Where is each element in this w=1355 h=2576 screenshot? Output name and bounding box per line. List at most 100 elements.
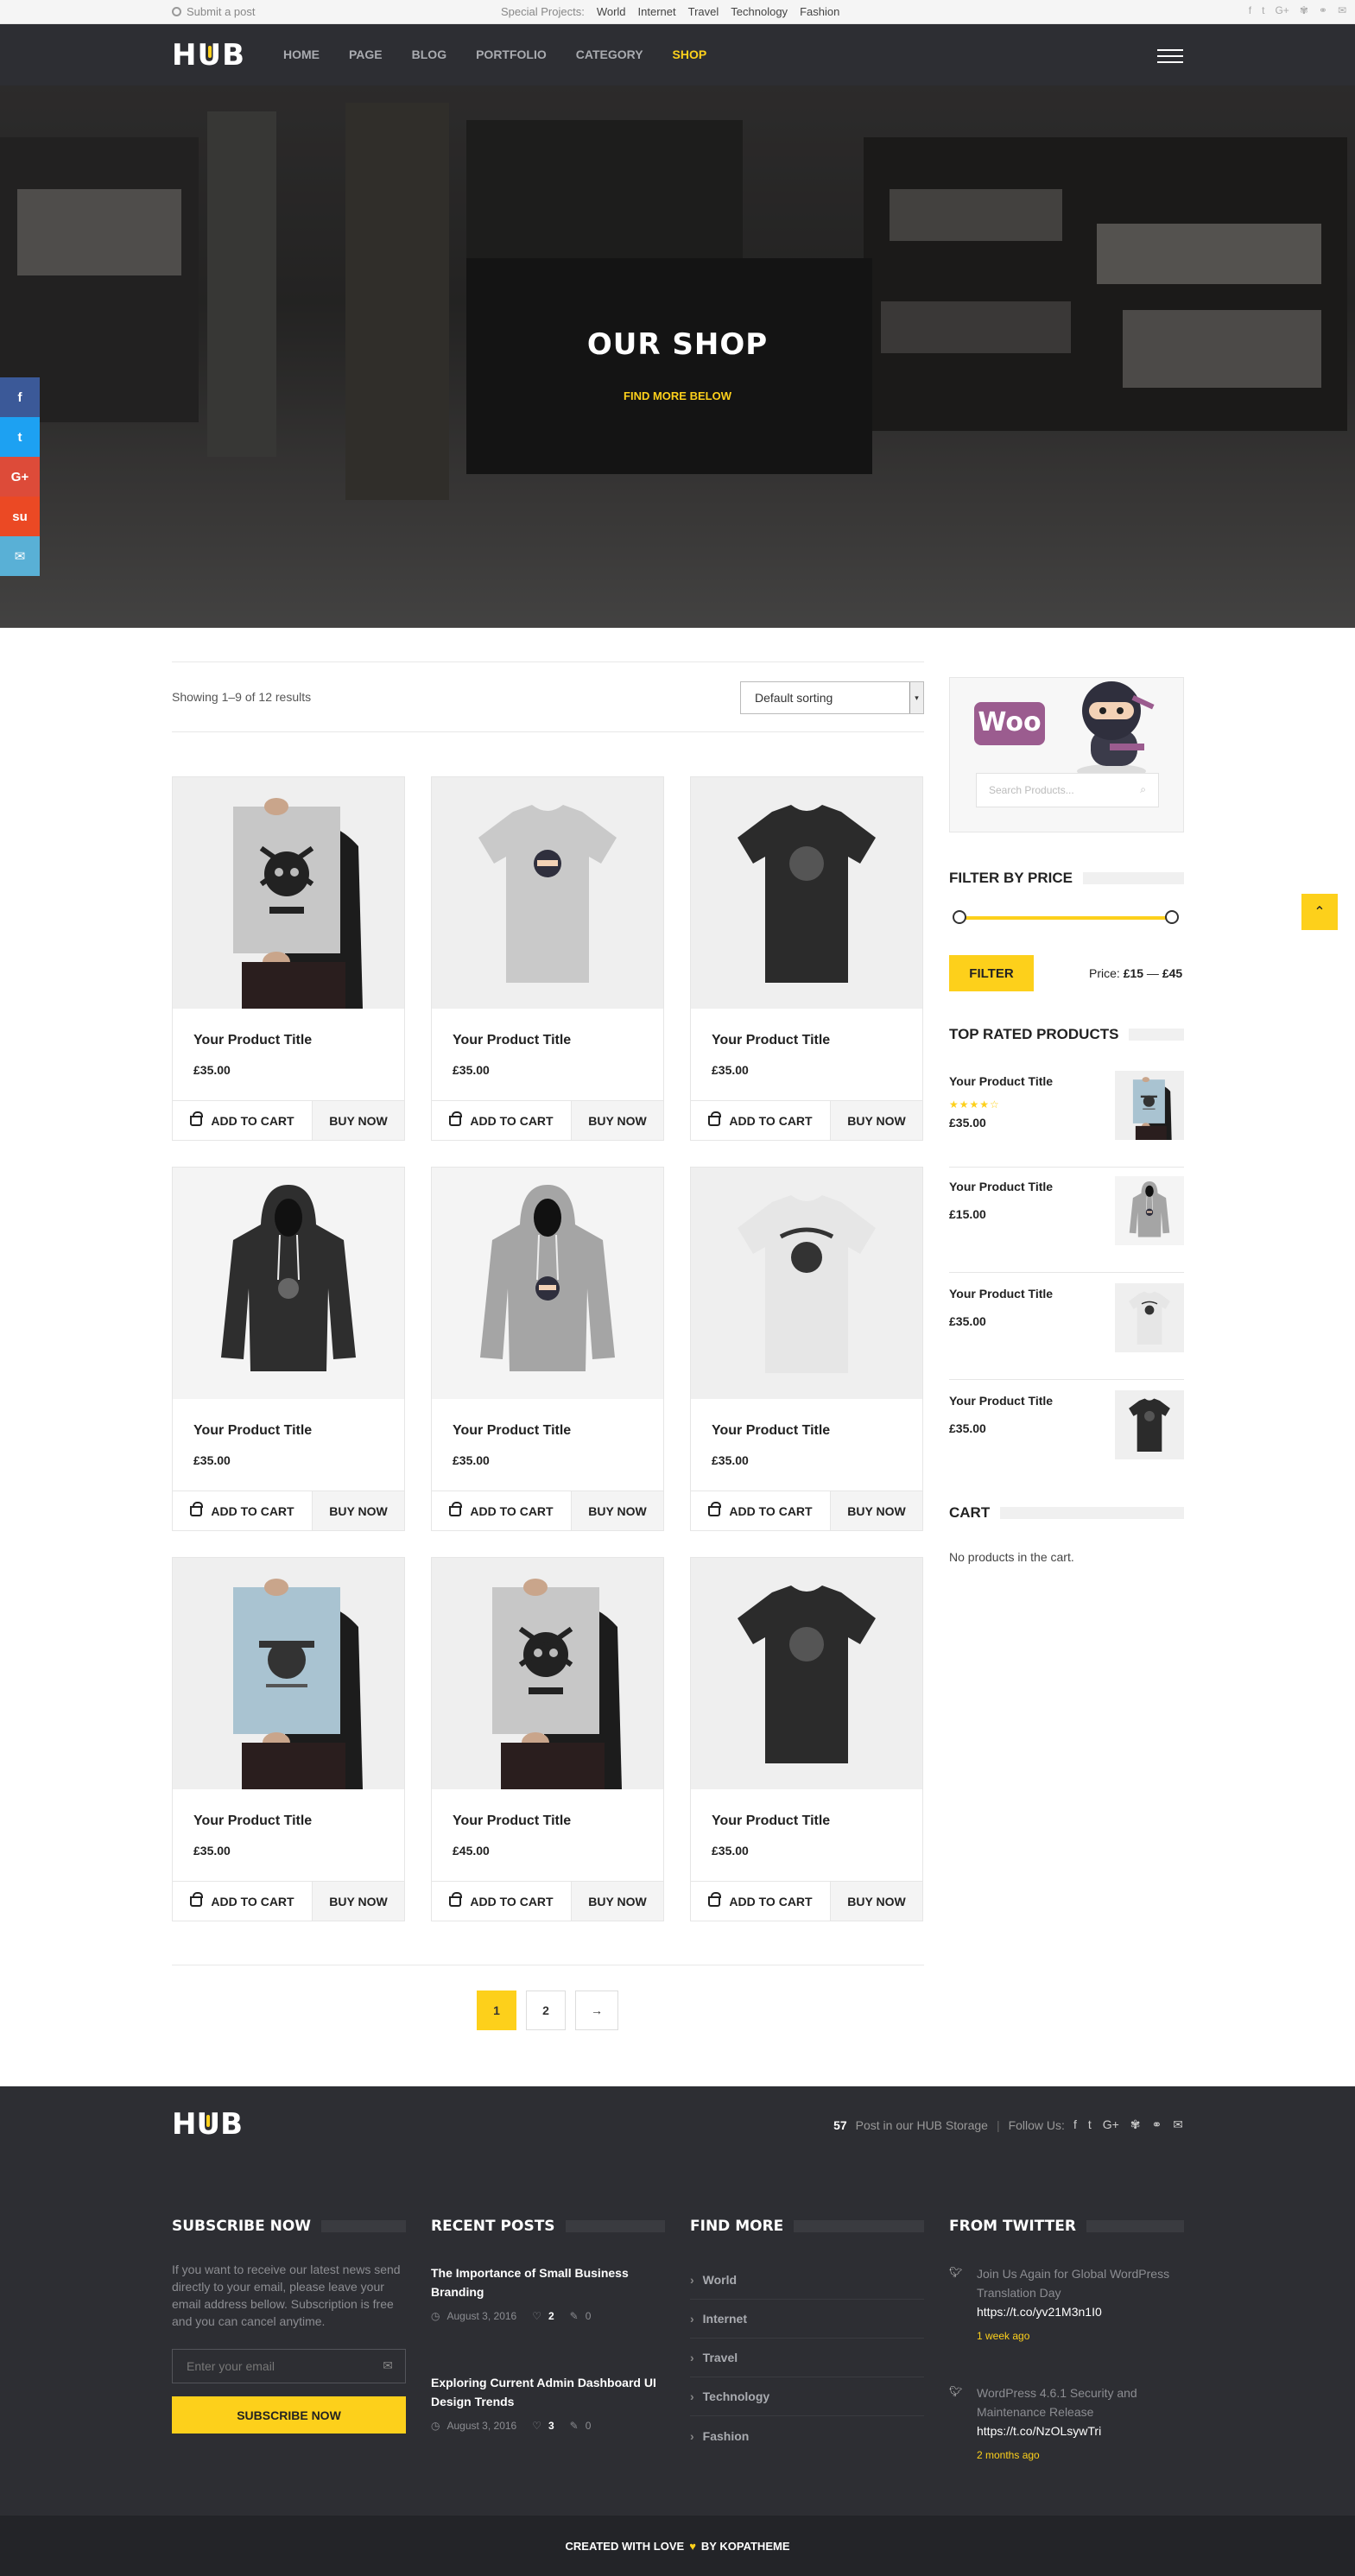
page-2-button[interactable]: 2 — [526, 1991, 566, 2030]
product-title[interactable]: Your Product Title — [193, 1033, 312, 1048]
add-to-cart-button[interactable]: ADD TO CART — [173, 1100, 313, 1140]
email-icon[interactable]: ✉ — [1338, 4, 1346, 16]
product-image[interactable] — [173, 777, 404, 1009]
facebook-icon[interactable]: f — [0, 377, 40, 417]
slider-min-handle[interactable] — [953, 910, 966, 924]
email-icon[interactable]: ✉ — [0, 536, 40, 576]
find-more-item[interactable]: › World — [690, 2261, 924, 2300]
product-image[interactable] — [173, 1558, 404, 1789]
back-to-top-button[interactable]: ⌃ — [1301, 894, 1338, 930]
tweet-link[interactable]: https://t.co/yv21M3n1I0 — [977, 2305, 1102, 2319]
product-title[interactable]: Your Product Title — [453, 1813, 571, 1829]
recent-post-title[interactable]: The Importance of Small Business Brandin… — [431, 2263, 665, 2301]
google-plus-icon[interactable]: G+ — [0, 457, 40, 497]
product-image[interactable] — [173, 1168, 404, 1399]
add-to-cart-button[interactable]: ADD TO CART — [173, 1491, 313, 1530]
product-title[interactable]: Your Product Title — [193, 1813, 312, 1829]
buy-now-button[interactable]: BUY NOW — [831, 1100, 922, 1140]
filter-button[interactable]: FILTER — [949, 955, 1034, 991]
post-likes[interactable]: ♡ 3 — [532, 2420, 554, 2432]
next-page-button[interactable]: → — [575, 1991, 618, 2030]
slider-max-handle[interactable] — [1165, 910, 1179, 924]
add-to-cart-button[interactable]: ADD TO CART — [691, 1100, 831, 1140]
hero-subtitle[interactable]: FIND MORE BELOW — [0, 389, 1355, 402]
product-image[interactable] — [432, 1558, 663, 1789]
top-rated-thumbnail[interactable] — [1115, 1071, 1184, 1140]
find-more-item[interactable]: › Fashion — [690, 2416, 924, 2455]
find-more-item[interactable]: › Technology — [690, 2377, 924, 2416]
add-to-cart-button[interactable]: ADD TO CART — [691, 1881, 831, 1921]
menu-item-portfolio[interactable]: PORTFOLIO — [476, 47, 547, 61]
post-likes[interactable]: ♡ 2 — [532, 2310, 554, 2322]
top-rated-thumbnail[interactable] — [1115, 1283, 1184, 1352]
submit-post-link[interactable]: Submit a post — [172, 5, 256, 18]
link-icon[interactable]: ⚭ — [1152, 2117, 1162, 2132]
product-image[interactable] — [691, 1168, 922, 1399]
top-rated-thumbnail[interactable] — [1115, 1390, 1184, 1459]
special-link-world[interactable]: World — [597, 5, 626, 18]
product-image[interactable] — [432, 777, 663, 1009]
menu-item-page[interactable]: PAGE — [349, 47, 383, 61]
twitter-icon[interactable]: t — [0, 417, 40, 457]
page-1-button[interactable]: 1 — [477, 1991, 516, 2030]
add-to-cart-button[interactable]: ADD TO CART — [432, 1881, 572, 1921]
twitter-icon[interactable]: t — [1088, 2117, 1092, 2132]
menu-item-blog[interactable]: BLOG — [412, 47, 446, 61]
product-title[interactable]: Your Product Title — [193, 1423, 312, 1439]
add-to-cart-button[interactable]: ADD TO CART — [432, 1100, 572, 1140]
special-link-technology[interactable]: Technology — [731, 5, 788, 18]
menu-item-shop[interactable]: SHOP — [673, 47, 707, 61]
dribbble-icon[interactable]: ✾ — [1300, 4, 1308, 16]
post-comments[interactable]: ✎ 0 — [570, 2420, 592, 2432]
buy-now-button[interactable]: BUY NOW — [572, 1881, 663, 1921]
product-title[interactable]: Your Product Title — [453, 1423, 571, 1439]
link-icon[interactable]: ⚭ — [1319, 4, 1327, 16]
find-more-item[interactable]: › Internet — [690, 2300, 924, 2339]
buy-now-button[interactable]: BUY NOW — [313, 1100, 404, 1140]
google-plus-icon[interactable]: G+ — [1103, 2117, 1119, 2132]
special-link-travel[interactable]: Travel — [688, 5, 719, 18]
product-title[interactable]: Your Product Title — [712, 1423, 830, 1439]
site-logo[interactable]: HUB — [172, 41, 245, 70]
product-image[interactable] — [432, 1168, 663, 1399]
special-link-fashion[interactable]: Fashion — [800, 5, 839, 18]
top-rated-title[interactable]: Your Product Title — [949, 1074, 1053, 1088]
email-icon[interactable]: ✉ — [1173, 2117, 1183, 2132]
facebook-icon[interactable]: f — [1249, 4, 1251, 16]
product-title[interactable]: Your Product Title — [712, 1033, 830, 1048]
special-link-internet[interactable]: Internet — [638, 5, 676, 18]
facebook-icon[interactable]: f — [1073, 2117, 1077, 2132]
sorting-select[interactable]: Default sorting ▾ — [740, 681, 924, 714]
tweet-link[interactable]: https://t.co/NzOLsywTri — [977, 2424, 1101, 2438]
stumbleupon-icon[interactable]: su — [0, 497, 40, 536]
menu-item-home[interactable]: HOME — [283, 47, 320, 61]
subscribe-button[interactable]: SUBSCRIBE NOW — [172, 2396, 406, 2434]
buy-now-button[interactable]: BUY NOW — [831, 1881, 922, 1921]
add-to-cart-button[interactable]: ADD TO CART — [173, 1881, 313, 1921]
product-title[interactable]: Your Product Title — [712, 1813, 830, 1829]
dribbble-icon[interactable]: ✾ — [1130, 2117, 1141, 2132]
hamburger-menu-icon[interactable] — [1157, 49, 1183, 63]
price-range-slider[interactable] — [953, 910, 1179, 926]
find-more-item[interactable]: › Travel — [690, 2339, 924, 2377]
add-to-cart-button[interactable]: ADD TO CART — [691, 1491, 831, 1530]
email-field[interactable]: Enter your email ✉ — [172, 2349, 406, 2383]
menu-item-category[interactable]: CATEGORY — [576, 47, 643, 61]
buy-now-button[interactable]: BUY NOW — [313, 1881, 404, 1921]
top-rated-title[interactable]: Your Product Title — [949, 1180, 1053, 1193]
tweet-time[interactable]: 2 months ago — [977, 2449, 1184, 2461]
top-rated-title[interactable]: Your Product Title — [949, 1394, 1053, 1408]
buy-now-button[interactable]: BUY NOW — [572, 1491, 663, 1530]
product-image[interactable] — [691, 777, 922, 1009]
search-products-input[interactable]: Search Products... ⌕ — [976, 773, 1159, 807]
buy-now-button[interactable]: BUY NOW — [313, 1491, 404, 1530]
tweet-time[interactable]: 1 week ago — [977, 2330, 1184, 2342]
product-image[interactable] — [691, 1558, 922, 1789]
top-rated-title[interactable]: Your Product Title — [949, 1287, 1053, 1301]
buy-now-button[interactable]: BUY NOW — [831, 1491, 922, 1530]
search-icon[interactable]: ⌕ — [1140, 783, 1146, 796]
product-title[interactable]: Your Product Title — [453, 1033, 571, 1048]
top-rated-thumbnail[interactable] — [1115, 1176, 1184, 1245]
post-comments[interactable]: ✎ 0 — [570, 2310, 592, 2322]
twitter-icon[interactable]: t — [1262, 4, 1264, 16]
